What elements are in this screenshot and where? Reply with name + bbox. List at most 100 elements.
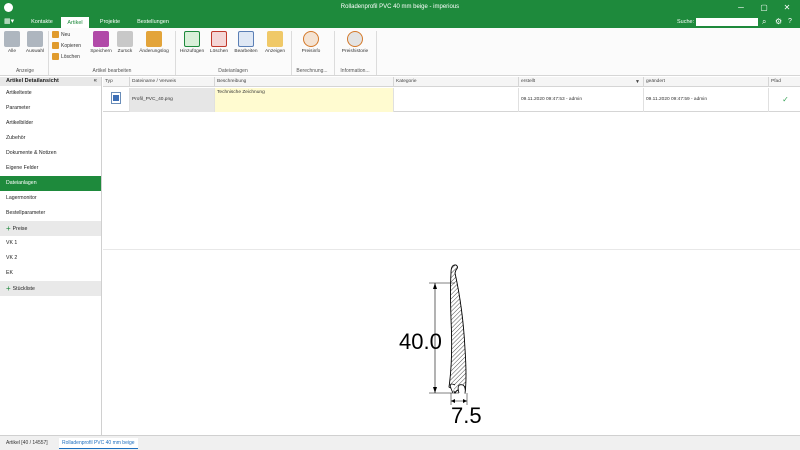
tab-kontakte[interactable]: Kontakte — [26, 16, 58, 28]
add-attachment-button[interactable]: Hinzufügen — [178, 31, 206, 54]
status-bar: Artikel [40 / 14557] Rolladenprofil PVC … — [0, 435, 800, 450]
column-header-beschreibung[interactable]: Beschreibung — [215, 77, 394, 87]
maximize-button[interactable]: ▢ — [757, 2, 771, 14]
table-row[interactable]: Profil_PVC_40.png Technische Zeichnung 0… — [103, 88, 800, 112]
sidebar-item-bestellparameter[interactable]: Bestellparameter — [0, 206, 101, 221]
cell-category[interactable] — [394, 88, 519, 112]
attachments-panel: Typ Dateiname / Verwei­s Beschreibung Ka… — [103, 77, 800, 435]
column-header-geaendert[interactable]: geändert — [644, 77, 769, 87]
sidebar-header: Artikel Detailansicht « — [0, 77, 101, 86]
window-title: Rolladenprofil PVC 40 mm beige - imperio… — [340, 4, 460, 10]
sidebar-group-preise[interactable]: + Preise — [0, 221, 101, 236]
width-dimension-label: 7.5 — [451, 403, 482, 428]
collapse-sidebar-icon[interactable]: « — [94, 77, 97, 86]
ribbon-separator — [175, 31, 176, 75]
sidebar-item-dateianlagen[interactable]: Dateianlagen — [0, 176, 101, 191]
column-header-typ[interactable]: Typ — [103, 77, 130, 87]
title-bar: Rolladenprofil PVC 40 mm beige - imperio… — [0, 0, 800, 16]
sidebar-item-lagermonitor[interactable]: Lagermonitor — [0, 191, 101, 206]
show-attachment-button[interactable]: Anzeigen — [262, 31, 288, 54]
back-label: Zurück — [117, 49, 133, 54]
sidebar-item-artikeltexte[interactable]: Artikeltexte — [0, 86, 101, 101]
sidebar-group-stueckliste[interactable]: + Stückliste — [0, 281, 101, 296]
delete-article-label: Löschen — [61, 54, 80, 60]
image-file-icon — [111, 92, 121, 104]
close-button[interactable]: ✕ — [780, 2, 794, 14]
save-icon — [93, 31, 109, 47]
column-header-pfad[interactable]: Pfad — [769, 77, 800, 87]
price-history-label: Preishistorie — [341, 49, 369, 54]
sidebar-item-dokumente[interactable]: Dokumente & Notizen — [0, 146, 101, 161]
list-all-icon — [4, 31, 20, 47]
delete-article-button[interactable]: Löschen — [52, 53, 80, 62]
column-header-kategorie[interactable]: Kategorie — [394, 77, 519, 87]
new-label: Neu — [61, 32, 71, 38]
tab-bestellungen[interactable]: Bestellungen — [131, 16, 175, 28]
help-icon[interactable]: ? — [788, 18, 792, 25]
edit-attachment-icon — [238, 31, 254, 47]
search-icon[interactable]: ⌕ — [762, 17, 766, 27]
sidebar-item-vk1[interactable]: VK 1 — [0, 236, 101, 251]
copy-label: Kopieren — [61, 43, 82, 49]
delete-attachment-label: Löschen — [209, 49, 229, 54]
show-attachment-label: Anzeigen — [264, 49, 285, 54]
height-dimension-label: 40.0 — [399, 329, 442, 354]
new-button[interactable]: Neu — [52, 31, 70, 40]
sidebar-item-zubehoer[interactable]: Zubehör — [0, 131, 101, 146]
path-check-icon: ✓ — [782, 95, 789, 104]
sidebar-group-preise-label: Preise — [12, 226, 28, 232]
save-label: Speichern — [90, 49, 112, 54]
cell-filename[interactable]: Profil_PVC_40.png — [130, 88, 215, 112]
cell-description[interactable]: Technische Zeichnung — [215, 88, 394, 112]
ribbon: Alle Auswahl Anzeige Neu Kopieren Lösche… — [0, 28, 800, 76]
search-input[interactable] — [696, 18, 758, 26]
sidebar-item-artikelbilder[interactable]: Artikelbilder — [0, 116, 101, 131]
copy-icon — [52, 42, 59, 50]
cell-changed: 09.11.2020 09:47:59 - admin — [644, 88, 769, 112]
add-attachment-label: Hinzufügen — [179, 49, 205, 54]
add-attachment-icon — [184, 31, 200, 47]
delete-attachment-button[interactable]: Löschen — [208, 31, 230, 54]
sidebar-item-ek[interactable]: EK — [0, 266, 101, 281]
expand-plus-icon: + — [6, 224, 11, 233]
expand-plus-icon: + — [6, 284, 11, 293]
group-label-berechnung: Berechnung... — [296, 68, 328, 74]
group-label-information: Information... — [340, 68, 370, 74]
sidebar-item-parameter[interactable]: Parameter — [0, 101, 101, 116]
tab-projekte[interactable]: Projekte — [93, 16, 127, 28]
copy-button[interactable]: Kopieren — [52, 42, 81, 51]
detail-sidebar: Artikel Detailansicht « Artikeltexte Par… — [0, 77, 102, 435]
edit-attachment-label: Bearbeiten — [234, 49, 258, 54]
sort-desc-icon: ▼ — [635, 79, 640, 85]
edit-attachment-button[interactable]: Bearbeiten — [232, 31, 260, 54]
settings-icon[interactable]: ⚙ — [775, 17, 782, 26]
status-tab-current-article[interactable]: Rolladenprofil PVC 40 mm beige — [59, 438, 138, 449]
show-all-label: Alle — [8, 49, 16, 54]
column-header-erstellt[interactable]: erstellt ▼ — [519, 77, 644, 87]
save-button[interactable]: Speichern — [88, 31, 114, 54]
group-label-artikel-bearbeiten: Artikel bearbeiten — [92, 68, 132, 74]
profile-drawing-preview: 40.0 7.5 — [399, 264, 482, 428]
changelog-button[interactable]: Änderungslog — [136, 31, 172, 54]
preview-divider — [103, 249, 800, 250]
app-menu-icon[interactable]: ▦▾ — [4, 18, 18, 26]
price-history-button[interactable]: Preishistorie — [338, 31, 372, 54]
show-all-button[interactable]: Alle — [4, 31, 20, 54]
changelog-label: Änderungslog — [139, 49, 169, 54]
delete-attachment-icon — [211, 31, 227, 47]
sidebar-title: Artikel Detailansicht — [6, 78, 59, 84]
price-info-label: Preisinfo — [301, 49, 321, 54]
sidebar-item-eigene-felder[interactable]: Eigene Felder — [0, 161, 101, 176]
selection-button[interactable]: Auswahl — [24, 31, 46, 54]
minimize-button[interactable]: ─ — [734, 2, 748, 14]
price-info-button[interactable]: Preisinfo — [296, 31, 326, 54]
back-button[interactable]: Zurück — [116, 31, 134, 54]
column-header-dateiname[interactable]: Dateiname / Verwei­s — [130, 77, 215, 87]
tab-artikel[interactable]: Artikel — [61, 16, 89, 28]
price-history-icon — [347, 31, 363, 47]
status-tab-artikel[interactable]: Artikel [40 / 14557] — [3, 438, 51, 449]
sidebar-item-vk2[interactable]: VK 2 — [0, 251, 101, 266]
folder-icon — [267, 31, 283, 47]
cell-type — [103, 88, 130, 112]
ribbon-separator — [48, 31, 49, 75]
